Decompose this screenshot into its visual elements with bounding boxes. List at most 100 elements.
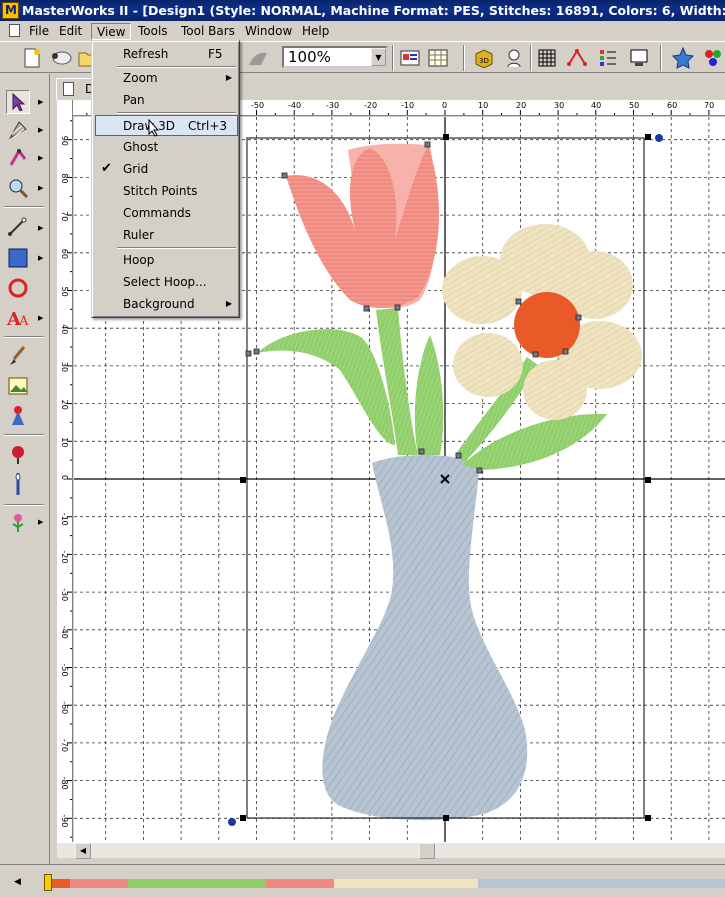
menu-item-refresh[interactable]: Refresh F5 bbox=[95, 44, 238, 65]
mouse-cursor-icon bbox=[148, 119, 160, 137]
tool-flyout-arrow[interactable]: ▶ bbox=[38, 126, 43, 134]
ruler-label: -10 bbox=[401, 101, 415, 110]
leaf-left[interactable] bbox=[257, 329, 395, 445]
menu-item-hoop[interactable]: Hoop bbox=[95, 250, 238, 271]
submenu-arrow-icon: ▶ bbox=[225, 299, 232, 308]
menu-item-commands[interactable]: Commands bbox=[95, 203, 238, 224]
tool-flyout-arrow[interactable]: ▶ bbox=[38, 254, 43, 262]
menu-tools[interactable]: Tools bbox=[133, 23, 173, 40]
color-position-marker[interactable] bbox=[44, 874, 52, 891]
color-bar-arrow-icon[interactable]: ◀ bbox=[14, 877, 21, 887]
color-list-icon[interactable] bbox=[596, 46, 620, 70]
rectangle-tool-icon[interactable] bbox=[6, 246, 30, 270]
zoom-combo[interactable]: 100% ▼ bbox=[282, 46, 388, 68]
menu-item-zoom[interactable]: Zoom ▶ bbox=[95, 68, 238, 89]
ruler-label: 20 bbox=[60, 400, 69, 410]
menu-item-label: Stitch Points bbox=[123, 184, 198, 198]
view-menu-dropdown: Refresh F5 Zoom ▶ Pan Draw 3D Ctrl+3 Gho… bbox=[91, 40, 240, 318]
svg-text:A: A bbox=[18, 314, 29, 329]
menu-item-pan[interactable]: Pan bbox=[95, 90, 238, 111]
grid-icon[interactable] bbox=[535, 46, 559, 70]
ruler-label: -80 bbox=[60, 777, 69, 790]
color-strip[interactable] bbox=[48, 879, 725, 888]
ruler-label: -10 bbox=[60, 513, 69, 526]
menu-view[interactable]: View bbox=[91, 23, 132, 40]
vertical-ruler-ticks: 90 80 70 60 50 40 30 20 10 0 -10 -20 -30 -40 -50 -60 -70… bbox=[60, 120, 72, 838]
menu-item-select-hoop[interactable]: Select Hoop... bbox=[95, 272, 238, 293]
menu-item-ruler[interactable]: Ruler bbox=[95, 225, 238, 246]
menu-item-background[interactable]: Background ▶ bbox=[95, 294, 238, 315]
submenu-arrow-icon: ▶ bbox=[225, 73, 232, 82]
text-tool-icon[interactable]: AA bbox=[6, 306, 30, 330]
toolbar-separator bbox=[660, 45, 662, 71]
ruler-label: 10 bbox=[60, 437, 69, 447]
flower-icon[interactable] bbox=[6, 510, 30, 534]
menu-item-stitch-points[interactable]: Stitch Points bbox=[95, 181, 238, 202]
hoop-point-marker[interactable] bbox=[228, 818, 236, 826]
tool-flyout-arrow[interactable]: ▶ bbox=[38, 518, 43, 526]
ruler-label: 70 bbox=[704, 101, 715, 110]
menu-edit[interactable]: Edit bbox=[54, 23, 87, 40]
window-title: MasterWorks II - [Design1 (Style: NORMAL… bbox=[22, 3, 725, 18]
shape-icon[interactable] bbox=[246, 46, 270, 70]
horizontal-scrollbar[interactable]: ◀ bbox=[57, 842, 725, 859]
digitize-icon[interactable] bbox=[6, 404, 30, 428]
magnifier-icon[interactable] bbox=[6, 176, 30, 200]
ruler-label: -20 bbox=[364, 101, 378, 110]
color-segment[interactable] bbox=[266, 879, 334, 888]
chevron-down-icon[interactable]: ▼ bbox=[371, 48, 386, 66]
monitor-icon[interactable] bbox=[627, 46, 651, 70]
image-icon[interactable] bbox=[6, 374, 30, 398]
select-arrow-icon[interactable] bbox=[6, 90, 30, 114]
menu-item-draw-3d[interactable]: Draw 3D Ctrl+3 bbox=[95, 115, 238, 136]
new-file-icon[interactable] bbox=[20, 46, 44, 70]
menu-tool-bars[interactable]: Tool Bars bbox=[176, 23, 240, 40]
menu-item-label: Ghost bbox=[123, 140, 159, 154]
bead-icon[interactable] bbox=[6, 442, 30, 466]
pen-tool-icon[interactable] bbox=[6, 214, 30, 238]
title-bar: MasterWorks II - [Design1 (Style: NORMAL… bbox=[0, 0, 725, 21]
color-segment[interactable] bbox=[128, 879, 266, 888]
menu-separator bbox=[117, 112, 236, 114]
tool-flyout-arrow[interactable]: ▶ bbox=[38, 154, 43, 162]
palette-icon[interactable] bbox=[701, 46, 725, 70]
tool-flyout-arrow[interactable]: ▶ bbox=[38, 224, 43, 232]
tool-flyout-arrow[interactable]: ▶ bbox=[38, 98, 43, 106]
vertical-ruler: 90 80 70 60 50 40 30 20 10 0 -10 -20 -30 -40 -50 -60 -70… bbox=[57, 100, 73, 842]
node-edit-icon[interactable] bbox=[6, 146, 30, 170]
menu-item-ghost[interactable]: Ghost bbox=[95, 137, 238, 158]
ruler-label: 70 bbox=[60, 211, 69, 221]
tool-flyout-arrow[interactable]: ▶ bbox=[38, 184, 43, 192]
ruler-label: 30 bbox=[60, 362, 69, 372]
menu-window[interactable]: Window bbox=[240, 23, 297, 40]
sheep-icon[interactable] bbox=[50, 46, 74, 70]
hoop-point-marker[interactable] bbox=[655, 134, 663, 142]
ellipse-tool-icon[interactable] bbox=[6, 276, 30, 300]
document-icon[interactable] bbox=[9, 24, 20, 37]
menu-help[interactable]: Help bbox=[297, 23, 334, 40]
person-icon[interactable] bbox=[502, 46, 526, 70]
menu-item-grid[interactable]: ✔ Grid bbox=[95, 159, 238, 180]
card-icon[interactable] bbox=[398, 46, 422, 70]
needle-icon[interactable] bbox=[6, 472, 30, 496]
scroll-left-icon[interactable]: ◀ bbox=[75, 843, 91, 859]
color-segment[interactable] bbox=[334, 879, 478, 888]
tool-flyout-arrow[interactable]: ▶ bbox=[38, 314, 43, 322]
leaf-middle[interactable] bbox=[414, 335, 444, 455]
vase-fill[interactable] bbox=[322, 454, 528, 821]
scroll-thumb[interactable] bbox=[419, 843, 435, 859]
daisy-center[interactable] bbox=[514, 292, 580, 358]
3d-icon[interactable]: 3D bbox=[472, 46, 496, 70]
brush-icon[interactable] bbox=[6, 344, 30, 368]
color-segment[interactable] bbox=[70, 879, 128, 888]
ruler-label: -40 bbox=[60, 626, 69, 639]
stitch-points-icon[interactable] bbox=[565, 46, 589, 70]
menu-item-label: Commands bbox=[123, 206, 191, 220]
stitch-tool-icon[interactable] bbox=[6, 118, 30, 142]
color-segment[interactable] bbox=[478, 879, 725, 888]
star-icon[interactable] bbox=[671, 46, 695, 70]
menu-item-label: Refresh bbox=[123, 47, 169, 61]
table-icon[interactable] bbox=[426, 46, 450, 70]
ruler-label: -90 bbox=[60, 814, 69, 827]
menu-file[interactable]: File bbox=[24, 23, 54, 40]
